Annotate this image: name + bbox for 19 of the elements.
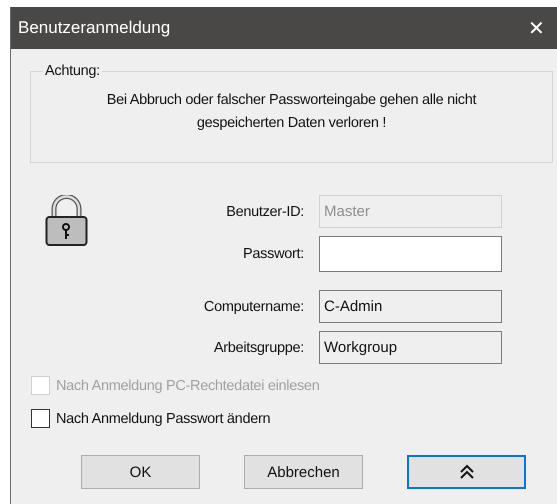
field-label: Computername: xyxy=(202,298,304,314)
window-title: Benutzeranmeldung xyxy=(18,18,170,38)
dialog-button[interactable]: OK xyxy=(81,455,200,489)
text-field[interactable]: Workgroup xyxy=(319,331,502,364)
checkbox[interactable] xyxy=(31,409,50,428)
field-label: Passwort: xyxy=(242,246,304,262)
password-field[interactable] xyxy=(319,236,502,272)
field-label: Benutzer-ID: xyxy=(225,204,304,220)
text-field[interactable]: C-Admin xyxy=(319,290,502,323)
group-legend: Achtung: xyxy=(43,63,102,79)
field-label: Arbeitsgruppe: xyxy=(212,340,304,356)
double-chevron-up-icon xyxy=(458,464,474,480)
padlock-icon xyxy=(45,195,88,247)
checkbox-label: Nach Anmeldung PC-Rechtedatei einlesen xyxy=(56,378,320,394)
dialog-button[interactable]: Abbrechen xyxy=(244,455,363,489)
collapse-button[interactable] xyxy=(407,455,526,489)
checkbox-label: Nach Anmeldung Passwort ändern xyxy=(56,410,270,426)
close-button[interactable]: ✕ xyxy=(524,16,549,40)
warning-text: Bei Abbruch oder falscher Passworteingabe gehen alle nicht gespeicherten Daten verloren ! xyxy=(106,91,478,133)
